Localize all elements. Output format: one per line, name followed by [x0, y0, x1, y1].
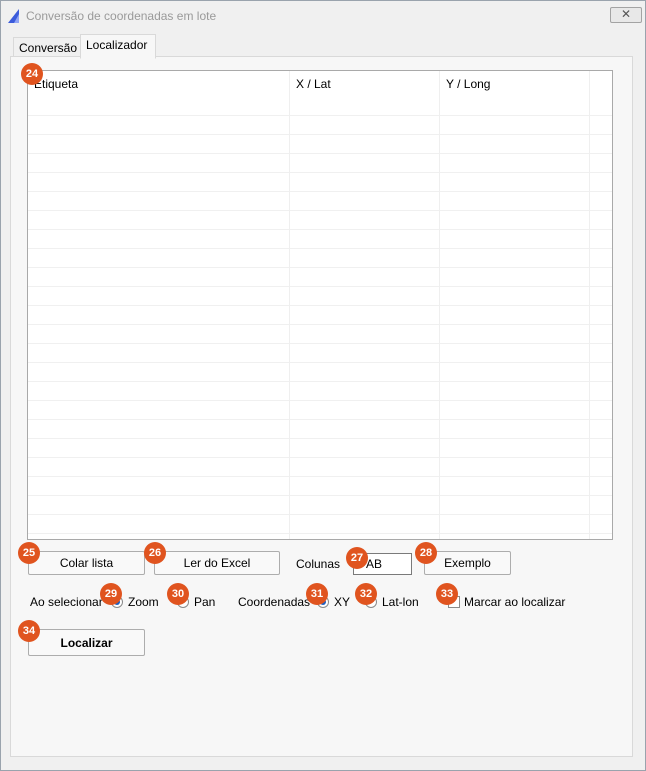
table-row[interactable]: [28, 439, 612, 458]
annotation-badge-32: 32: [355, 583, 377, 605]
title-bar[interactable]: Conversão de coordenadas em lote ✕: [1, 1, 645, 31]
table-row[interactable]: [28, 173, 612, 192]
annotation-badge-26: 26: [144, 542, 166, 564]
column-divider: [439, 71, 440, 539]
annotation-badge-30: 30: [167, 583, 189, 605]
column-header-x-lat[interactable]: X / Lat: [290, 71, 440, 97]
close-icon: ✕: [620, 7, 632, 21]
table-row[interactable]: [28, 135, 612, 154]
annotation-badge-29: 29: [100, 583, 122, 605]
locator-grid[interactable]: Etiqueta X / Lat Y / Long: [27, 70, 613, 540]
grid-header: Etiqueta X / Lat Y / Long: [28, 71, 612, 97]
table-row[interactable]: [28, 363, 612, 382]
table-row[interactable]: [28, 420, 612, 439]
column-divider: [289, 71, 290, 539]
column-header-etiqueta[interactable]: Etiqueta: [28, 71, 290, 97]
coordenadas-label: Coordenadas: [238, 595, 311, 609]
table-row[interactable]: [28, 287, 612, 306]
annotation-badge-31: 31: [306, 583, 328, 605]
colunas-label: Colunas: [296, 557, 341, 571]
table-row[interactable]: [28, 116, 612, 135]
zoom-label[interactable]: Zoom: [128, 595, 159, 609]
table-row[interactable]: [28, 154, 612, 173]
annotation-badge-24: 24: [21, 63, 43, 85]
table-row[interactable]: [28, 97, 612, 116]
lat-lon-label[interactable]: Lat-lon: [382, 595, 419, 609]
app-logo-icon: [8, 9, 19, 23]
annotation-badge-33: 33: [436, 583, 458, 605]
table-row[interactable]: [28, 211, 612, 230]
table-row[interactable]: [28, 344, 612, 363]
tab-conversao[interactable]: Conversão: [13, 37, 89, 58]
table-row[interactable]: [28, 249, 612, 268]
table-row[interactable]: [28, 477, 612, 496]
pan-label[interactable]: Pan: [194, 595, 215, 609]
xy-label[interactable]: XY: [334, 595, 350, 609]
table-row[interactable]: [28, 325, 612, 344]
column-divider: [589, 71, 590, 539]
table-row[interactable]: [28, 401, 612, 420]
column-header-y-long[interactable]: Y / Long: [440, 71, 590, 97]
table-row[interactable]: [28, 230, 612, 249]
colar-lista-button[interactable]: Colar lista: [28, 551, 145, 575]
table-row[interactable]: [28, 306, 612, 325]
marcar-ao-localizar-label[interactable]: Marcar ao localizar: [464, 595, 565, 609]
annotation-badge-34: 34: [18, 620, 40, 642]
tab-localizador[interactable]: Localizador: [80, 34, 156, 59]
localizar-button[interactable]: Localizar: [28, 629, 145, 656]
table-row[interactable]: [28, 515, 612, 534]
table-row[interactable]: [28, 268, 612, 287]
window-title: Conversão de coordenadas em lote: [26, 9, 217, 23]
annotation-badge-25: 25: [18, 542, 40, 564]
table-row[interactable]: [28, 496, 612, 515]
close-button[interactable]: ✕: [610, 7, 642, 23]
annotation-badge-27: 27: [346, 547, 368, 569]
exemplo-button[interactable]: Exemplo: [424, 551, 511, 575]
ao-selecionar-label: Ao selecionar: [30, 595, 103, 609]
table-row[interactable]: [28, 382, 612, 401]
table-row[interactable]: [28, 458, 612, 477]
ler-do-excel-button[interactable]: Ler do Excel: [154, 551, 280, 575]
annotation-badge-28: 28: [415, 542, 437, 564]
table-row[interactable]: [28, 192, 612, 211]
